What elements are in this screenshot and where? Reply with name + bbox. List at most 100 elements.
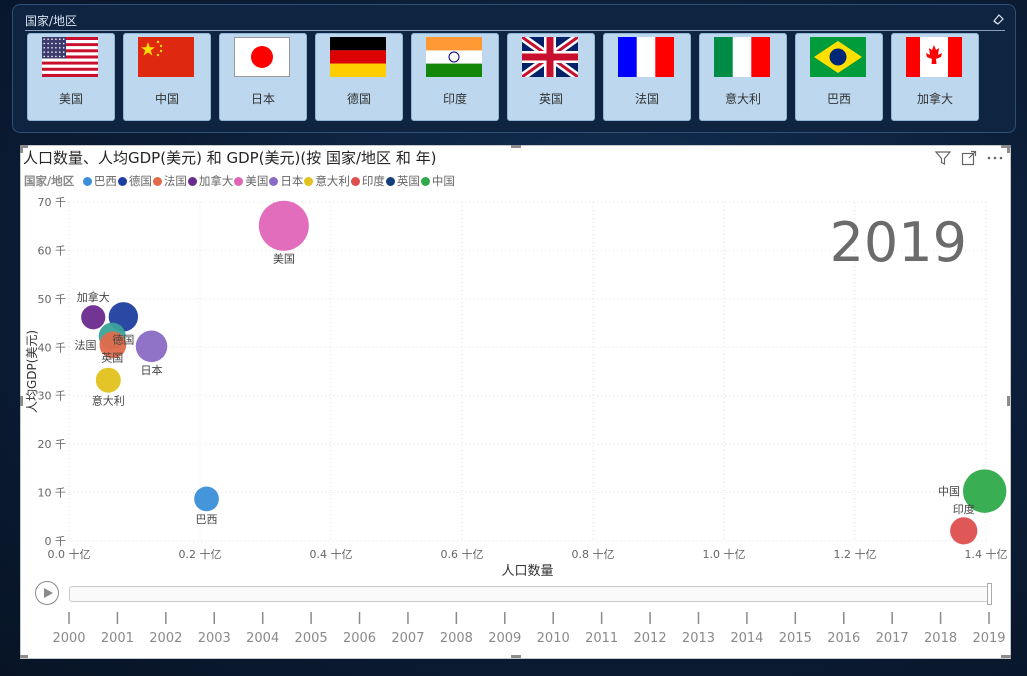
- slicer-header: 国家/地区: [25, 10, 1005, 31]
- timeline-year[interactable]: 2006: [343, 631, 376, 646]
- x-tick-label: 0.4 十亿: [310, 547, 353, 561]
- bubble-label: 美国: [273, 253, 295, 266]
- slicer-tile-label: 美国: [58, 92, 83, 106]
- bubble-label: 英国: [101, 351, 123, 365]
- bubble-label: 德国: [112, 332, 134, 346]
- x-axis-title: 人口数量: [501, 564, 553, 576]
- timeline-year[interactable]: 2012: [634, 631, 667, 646]
- x-tick-label: 0.6 十亿: [441, 547, 484, 561]
- slicer-tile[interactable]: 中国: [123, 33, 211, 121]
- de-flag-icon: [330, 37, 386, 77]
- timeline-year[interactable]: 2011: [585, 631, 618, 646]
- resize-handle[interactable]: [511, 655, 521, 658]
- timeline-handle[interactable]: [987, 583, 992, 605]
- slicer-tile[interactable]: 德国: [315, 33, 403, 121]
- y-tick-label: 30 千: [38, 390, 67, 403]
- x-tick-label: 0.0 十亿: [48, 547, 91, 561]
- y-axis-title: 人均GDP(美元): [25, 330, 39, 413]
- slicer-tile-label: 意大利: [724, 92, 761, 106]
- jp-flag-icon: [234, 37, 290, 77]
- slicer-tile-label: 巴西: [826, 92, 851, 106]
- in-flag-icon: [426, 37, 482, 77]
- timeline-year[interactable]: 2017: [876, 631, 909, 646]
- y-tick-label: 60 千: [38, 244, 67, 257]
- x-tick-label: 1.0 十亿: [703, 547, 746, 561]
- resize-handle[interactable]: [1007, 396, 1010, 406]
- y-tick-label: 10 千: [38, 487, 67, 500]
- slicer-tile-label: 中国: [154, 92, 179, 106]
- resize-handle[interactable]: [20, 655, 28, 658]
- bubble-6[interactable]: [95, 367, 121, 393]
- x-tick-label: 1.4 十亿: [965, 547, 1008, 561]
- slicer-tile-label: 加拿大: [916, 92, 953, 106]
- bubble-7[interactable]: [950, 517, 978, 545]
- country-slicer: 国家/地区 美国 中国 日本 德国 印度 英国 法国 意大利 巴西 加拿大: [12, 4, 1016, 133]
- y-tick-label: 20 千: [38, 438, 67, 451]
- bubble-label: 加拿大: [77, 290, 110, 304]
- bubble-5[interactable]: [135, 330, 168, 363]
- slicer-tile-label: 印度: [442, 92, 467, 106]
- slicer-tile[interactable]: 法国: [603, 33, 691, 121]
- slicer-tile[interactable]: 印度: [411, 33, 499, 121]
- timeline-year[interactable]: 2007: [391, 631, 424, 646]
- y-tick-label: 40 千: [38, 341, 67, 354]
- slicer-tile[interactable]: 美国: [27, 33, 115, 121]
- timeline-year[interactable]: 2019: [972, 631, 1005, 646]
- timeline-year[interactable]: 2005: [295, 631, 328, 646]
- gb-flag-icon: [522, 37, 578, 77]
- timeline-year[interactable]: 2004: [246, 631, 279, 646]
- slicer-tile[interactable]: 英国: [507, 33, 595, 121]
- x-tick-label: 0.2 十亿: [179, 547, 222, 561]
- timeline-year[interactable]: 2016: [827, 631, 860, 646]
- bubble-label: 法国: [74, 338, 96, 352]
- us-flag-icon: [42, 37, 98, 77]
- br-flag-icon: [810, 37, 866, 77]
- timeline-year[interactable]: 2008: [440, 631, 473, 646]
- timeline-year[interactable]: 2010: [537, 631, 570, 646]
- timeline-year[interactable]: 2015: [779, 631, 812, 646]
- resize-handle[interactable]: [20, 145, 23, 153]
- resize-handle[interactable]: [1007, 145, 1010, 153]
- y-tick-label: 0 千: [45, 535, 67, 548]
- eraser-icon[interactable]: [991, 12, 1005, 26]
- slicer-tiles: 美国 中国 日本 德国 印度 英国 法国 意大利 巴西 加拿大: [27, 33, 1013, 125]
- bubble-4[interactable]: [258, 200, 309, 251]
- timeline-year[interactable]: 2009: [488, 631, 521, 646]
- timeline-year[interactable]: 2014: [730, 631, 763, 646]
- ca-flag-icon: [906, 37, 962, 77]
- slicer-tile[interactable]: 巴西: [795, 33, 883, 121]
- timeline-year[interactable]: 2000: [52, 631, 85, 646]
- bubble-3[interactable]: [81, 305, 106, 330]
- fr-flag-icon: [618, 37, 674, 77]
- slicer-tile-label: 日本: [250, 92, 275, 106]
- slicer-tile-label: 法国: [634, 92, 659, 106]
- slicer-tile-label: 德国: [346, 92, 371, 106]
- play-icon: [44, 588, 53, 598]
- timeline-track[interactable]: [69, 586, 989, 602]
- bubble-chart-card: 人口数量、人均GDP(美元) 和 GDP(美元)(按 国家/地区 和 年) 国家…: [20, 145, 1011, 659]
- play-axis-year: 2019: [830, 211, 967, 274]
- resize-handle[interactable]: [20, 396, 23, 406]
- x-tick-label: 0.8 十亿: [572, 547, 615, 561]
- bubble-label: 中国: [938, 485, 960, 498]
- bubble-label: 印度: [953, 502, 975, 516]
- slicer-tile[interactable]: 日本: [219, 33, 307, 121]
- slicer-tile[interactable]: 意大利: [699, 33, 787, 121]
- resize-handle[interactable]: [1001, 655, 1011, 658]
- timeline-year[interactable]: 2003: [198, 631, 231, 646]
- y-tick-label: 70 千: [38, 196, 67, 209]
- plot-area: 0 千 10 千 20 千 30 千 40 千 50 千 60 千 70 千 0.0 十亿 0.2…: [25, 196, 1008, 576]
- x-tick-label: 1.2 十亿: [834, 547, 877, 561]
- slicer-tile[interactable]: 加拿大: [891, 33, 979, 121]
- timeline-year[interactable]: 2013: [682, 631, 715, 646]
- y-tick-label: 50 千: [38, 293, 67, 306]
- play-button[interactable]: [35, 581, 59, 605]
- bubble-0[interactable]: [194, 486, 219, 512]
- timeline-year[interactable]: 2002: [149, 631, 182, 646]
- timeline-year[interactable]: 2001: [101, 631, 134, 646]
- timeline-year[interactable]: 2018: [924, 631, 957, 646]
- resize-handle[interactable]: [511, 145, 521, 148]
- bubble-label: 日本: [141, 363, 163, 377]
- cn-flag-icon: [138, 37, 194, 77]
- it-flag-icon: [714, 37, 770, 77]
